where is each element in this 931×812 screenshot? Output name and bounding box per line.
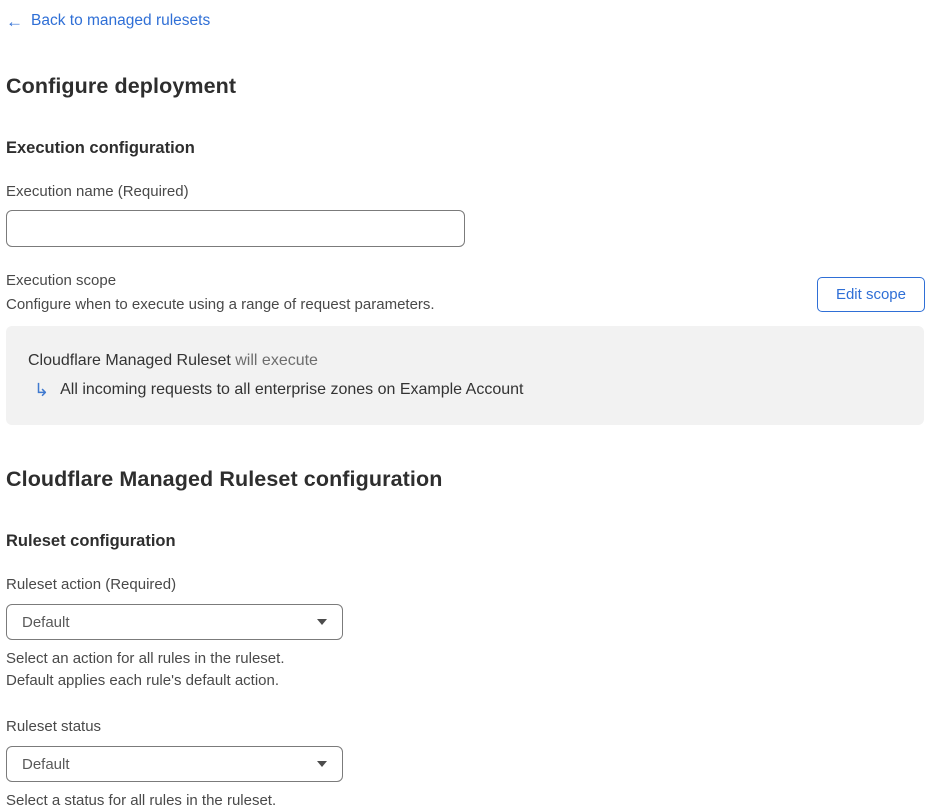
ruleset-status-label: Ruleset status bbox=[6, 718, 102, 736]
execution-configuration-heading: Execution configuration bbox=[6, 138, 195, 157]
summary-scope-text: All incoming requests to all enterprise … bbox=[60, 380, 524, 398]
ruleset-configuration-subheading: Ruleset configuration bbox=[6, 532, 176, 551]
chevron-down-icon bbox=[317, 619, 327, 626]
ruleset-action-help-line2: Default applies each rule's default acti… bbox=[6, 672, 280, 690]
back-to-managed-rulesets-link[interactable]: ← Back to managed rulesets bbox=[6, 12, 210, 30]
ruleset-action-select[interactable]: Default bbox=[6, 604, 343, 641]
execution-name-label: Execution name (Required) bbox=[6, 182, 189, 200]
execution-scope-description: Configure when to execute using a range … bbox=[6, 295, 435, 313]
edit-scope-button[interactable]: Edit scope bbox=[816, 276, 925, 312]
chevron-down-icon bbox=[317, 761, 327, 768]
summary-scope-line: ↳ All incoming requests to all enterpris… bbox=[34, 379, 902, 401]
ruleset-action-help-line1: Select an action for all rules in the ru… bbox=[6, 650, 285, 668]
execution-name-input[interactable] bbox=[6, 209, 465, 247]
back-arrow-icon: ← bbox=[6, 11, 23, 31]
ruleset-status-select[interactable]: Default bbox=[6, 746, 343, 783]
execution-scope-label: Execution scope bbox=[6, 271, 117, 289]
summary-will-execute-text: will execute bbox=[235, 351, 318, 369]
ruleset-action-label: Ruleset action (Required) bbox=[6, 576, 177, 594]
execution-scope-text-block: Execution scope Configure when to execut… bbox=[6, 272, 435, 313]
execution-scope-summary-panel: Cloudflare Managed Ruleset will execute … bbox=[6, 325, 924, 426]
ruleset-action-selected-value: Default bbox=[22, 613, 70, 631]
execution-scope-row: Execution scope Configure when to execut… bbox=[6, 272, 925, 313]
summary-ruleset-name: Cloudflare Managed Ruleset bbox=[28, 351, 231, 369]
summary-execute-line: Cloudflare Managed Ruleset will execute bbox=[28, 352, 902, 370]
hook-arrow-icon: ↳ bbox=[34, 379, 50, 400]
ruleset-action-help-text: Select an action for all rules in the ru… bbox=[6, 648, 925, 692]
page-title: Configure deployment bbox=[6, 73, 237, 98]
back-link-label: Back to managed rulesets bbox=[31, 12, 211, 29]
ruleset-status-help-text: Select a status for all rules in the rul… bbox=[6, 792, 277, 810]
configure-deployment-page: ← Back to managed rulesets Configure dep… bbox=[0, 0, 931, 812]
ruleset-configuration-page-heading: Cloudflare Managed Ruleset configuration bbox=[6, 467, 443, 492]
ruleset-status-selected-value: Default bbox=[22, 755, 70, 773]
